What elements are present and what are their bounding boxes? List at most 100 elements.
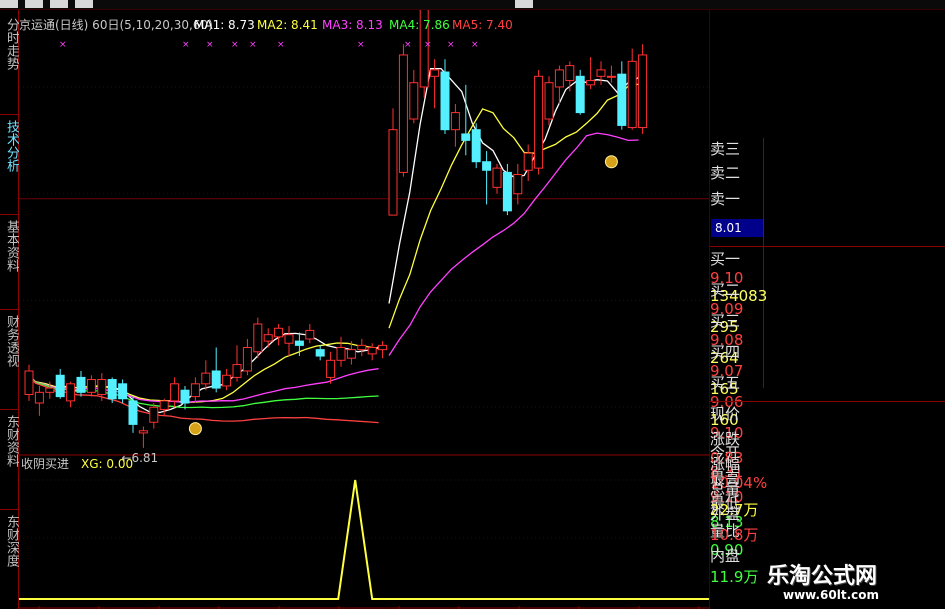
nav-tab-4[interactable]: 东财资料 — [0, 415, 19, 467]
ask-row: 卖一 — [710, 188, 945, 218]
candle — [107, 379, 117, 400]
nav-separator — [0, 214, 18, 215]
candle — [274, 327, 284, 338]
candle — [170, 383, 180, 402]
candle — [596, 69, 606, 77]
candle — [471, 129, 481, 163]
quote-value: 10.8万 — [710, 526, 759, 544]
candle — [554, 69, 564, 88]
candle — [502, 171, 512, 212]
candle — [378, 344, 388, 351]
candle — [336, 347, 346, 361]
bid-row: 买四 9.07 165 — [710, 341, 945, 398]
candle — [24, 370, 34, 395]
candle — [398, 54, 408, 173]
ma-legend-5: MA5: 7.40 — [452, 18, 513, 32]
quote-key: 涨跌 — [710, 430, 741, 448]
orderbook-divider — [710, 246, 945, 247]
candle — [34, 391, 44, 404]
candle — [638, 54, 648, 129]
signal-mark: × — [182, 40, 190, 50]
chart-background — [19, 10, 710, 609]
candle — [76, 376, 86, 393]
nav-tab-1[interactable]: 技术分析 — [0, 120, 19, 172]
candle — [55, 374, 65, 398]
signal-mark: × — [277, 40, 285, 50]
watermark-title: 乐淘公式网 — [767, 563, 878, 589]
kline-chart[interactable]: ←6.81京运通(日线) 60日(5,10,20,30,60)MA1: 8.73… — [19, 10, 710, 609]
quote-key: 总量 — [710, 480, 741, 498]
candle — [305, 329, 315, 340]
candle — [242, 347, 252, 372]
ask-label: 卖三 — [710, 140, 741, 158]
quote-panel: 卖三 卖二 卖一 买一 9.10 134083 买二 9.09 295 买三 9.08 264 买四 9.… — [710, 138, 945, 609]
watermark: 乐淘公式网 www.60lt.com — [755, 555, 945, 609]
signal-mark: × — [59, 40, 67, 50]
candle — [284, 334, 294, 344]
signal-icon — [188, 422, 202, 436]
candle — [326, 359, 336, 378]
signal-mark: × — [357, 40, 365, 50]
signal-mark: × — [471, 40, 479, 50]
nav-separator — [0, 309, 18, 310]
chart-title: 京运通(日线) 60日(5,10,20,30,60) — [19, 18, 213, 32]
nav-tab-3[interactable]: 财务透视 — [0, 315, 19, 367]
signal-mark: × — [447, 40, 455, 50]
candle — [128, 400, 138, 425]
candle — [86, 379, 96, 393]
nav-tab-5[interactable]: 东财深度 — [0, 515, 19, 567]
nav-separator — [0, 409, 18, 410]
bid-label: 买五 — [710, 374, 741, 392]
quote-key: 涨幅 — [710, 455, 741, 473]
ask-label: 卖二 — [710, 164, 741, 182]
candle — [565, 65, 575, 82]
candle — [388, 129, 398, 216]
ma-legend-3: MA3: 8.13 — [322, 18, 383, 32]
ask-label: 卖一 — [710, 190, 741, 208]
candle — [617, 73, 627, 126]
signal-mark: × — [404, 40, 412, 50]
menu-tab[interactable] — [75, 0, 93, 8]
indicator-value: XG: 0.00 — [81, 457, 133, 471]
bid-row: 买一 9.10 134083 — [710, 248, 945, 305]
candle — [201, 372, 211, 385]
bid-label: 买三 — [710, 312, 741, 330]
candle — [263, 334, 273, 342]
candle — [159, 400, 169, 410]
menu-tab[interactable] — [515, 0, 533, 8]
candle — [430, 69, 440, 77]
bid-row: 买二 9.09 295 — [710, 279, 945, 336]
candle — [357, 344, 367, 351]
watermark-url: www.60lt.com — [783, 588, 880, 602]
signal-mark: × — [231, 40, 239, 50]
signal-mark: × — [249, 40, 257, 50]
ma-legend-4: MA4: 7.86 — [389, 18, 450, 32]
menu-tab[interactable] — [25, 0, 43, 8]
candle — [409, 82, 419, 120]
quote-key: 现价 — [710, 405, 741, 423]
bid-row: 买五 9.06 160 — [710, 372, 945, 429]
ma-legend-2: MA2: 8.41 — [257, 18, 318, 32]
candle — [315, 349, 325, 357]
menu-tab[interactable] — [50, 0, 68, 8]
menu-tab[interactable] — [0, 0, 18, 8]
candle — [253, 323, 263, 353]
bid-label: 买二 — [710, 281, 741, 299]
quote-key: 外盘 — [710, 505, 741, 523]
nav-separator — [0, 509, 18, 510]
candle — [180, 389, 190, 404]
nav-separator — [0, 114, 18, 115]
ma-legend-1: MA1: 8.73 — [194, 18, 255, 32]
signal-mark: × — [424, 40, 432, 50]
nav-tab-2[interactable]: 基本资料 — [0, 220, 19, 272]
candle — [118, 383, 128, 400]
candle — [586, 80, 596, 86]
candle — [534, 75, 544, 169]
nav-tab-0[interactable]: 分时走势 — [0, 18, 19, 70]
candle — [190, 383, 200, 398]
candle — [513, 174, 523, 195]
candle — [461, 133, 471, 141]
candle — [450, 112, 460, 131]
quote-row: 外盘 10.8万 内盘 11.9万 — [710, 503, 945, 586]
candle — [544, 82, 554, 120]
